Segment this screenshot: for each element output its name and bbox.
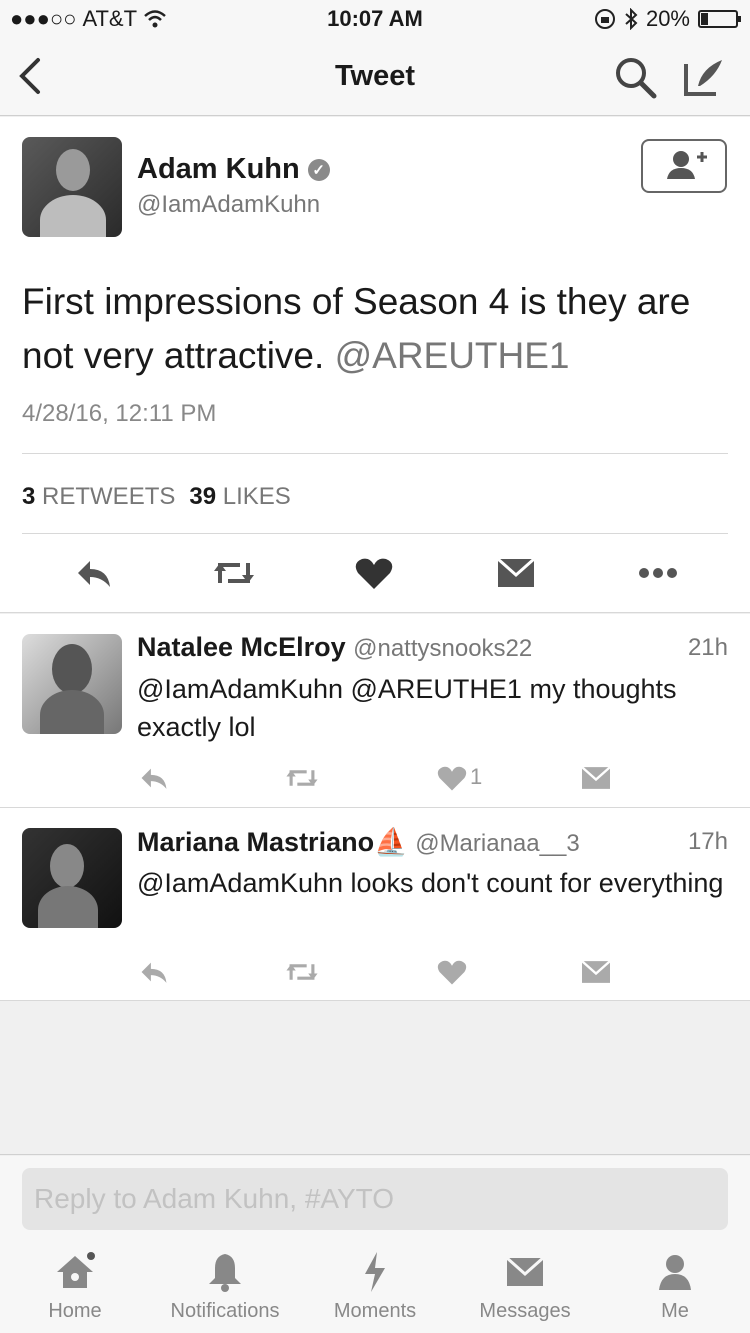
retweet-icon[interactable] bbox=[286, 958, 318, 986]
battery-percent: 20% bbox=[645, 6, 690, 31]
envelope-icon bbox=[506, 1256, 544, 1286]
divider bbox=[22, 453, 728, 454]
retweet-icon[interactable] bbox=[286, 764, 318, 792]
tab-notifications[interactable]: Notifications bbox=[150, 1250, 300, 1323]
add-user-icon bbox=[667, 151, 707, 179]
tab-label: Moments bbox=[333, 1300, 417, 1322]
avatar-head-shape bbox=[50, 844, 84, 888]
likes-label: LIKES bbox=[222, 483, 291, 510]
nav-bar: Tweet bbox=[0, 40, 750, 116]
tab-messages[interactable]: Messages bbox=[450, 1250, 600, 1323]
retweets-count: 3 bbox=[22, 483, 36, 510]
tab-label: Me bbox=[661, 1300, 689, 1322]
author-handle[interactable]: @IamAdamKuhn bbox=[137, 191, 320, 219]
main-tweet: Adam Kuhn ✓ @IamAdamKuhn First impressio… bbox=[0, 117, 750, 613]
tweet-mention[interactable]: @AREUTHE1 bbox=[335, 335, 570, 376]
reply-icon[interactable] bbox=[74, 555, 114, 591]
more-options-icon[interactable] bbox=[638, 555, 678, 591]
avatar-body-shape bbox=[40, 195, 106, 237]
search-icon[interactable] bbox=[612, 54, 660, 102]
reply-timestamp: 21h bbox=[687, 634, 728, 661]
likes-count: 39 bbox=[189, 483, 217, 510]
tweet-text: First impressions of Season 4 is they ar… bbox=[22, 275, 722, 383]
tweet-date: 4/28/16, 12:11 PM bbox=[22, 400, 217, 427]
direct-message-icon[interactable] bbox=[580, 764, 612, 792]
like-heart-icon[interactable] bbox=[354, 555, 394, 591]
battery-fill bbox=[701, 13, 708, 25]
author-name: Adam Kuhn bbox=[137, 153, 300, 185]
reply-icon[interactable] bbox=[138, 764, 170, 792]
avatar-body-shape bbox=[38, 886, 98, 928]
reply-icon[interactable] bbox=[138, 958, 170, 986]
tab-label: Messages bbox=[479, 1300, 571, 1322]
retweets-label: RETWEETS bbox=[42, 483, 176, 510]
reply-timestamp: 17h bbox=[687, 828, 728, 855]
author-avatar[interactable] bbox=[22, 137, 122, 237]
tab-me[interactable]: Me bbox=[600, 1250, 750, 1323]
reply-text: @IamAdamKuhn looks don't count for every… bbox=[137, 868, 724, 898]
person-icon bbox=[659, 1255, 691, 1290]
avatar-body-shape bbox=[40, 690, 104, 734]
tab-label: Notifications bbox=[170, 1300, 280, 1322]
like-heart-icon[interactable] bbox=[436, 958, 468, 986]
orientation-lock-icon bbox=[594, 9, 615, 29]
battery-icon bbox=[698, 10, 741, 28]
bell-icon bbox=[209, 1254, 241, 1292]
reply-text: @IamAdamKuhn @AREUTHE1 my thoughts exact… bbox=[137, 674, 677, 742]
avatar-head-shape bbox=[52, 644, 92, 694]
author-name-row[interactable]: Adam Kuhn ✓ bbox=[137, 153, 330, 186]
tab-label: Home bbox=[48, 1300, 102, 1322]
reply-author-row[interactable]: Natalee McElroy @nattysnooks22 bbox=[137, 632, 532, 663]
reply-bar bbox=[0, 1156, 750, 1242]
bluetooth-icon bbox=[625, 8, 638, 30]
reply-input[interactable] bbox=[22, 1168, 728, 1230]
reply-author-name: Natalee McElroy bbox=[137, 632, 346, 662]
reply-avatar[interactable] bbox=[22, 828, 122, 928]
empty-area bbox=[0, 1001, 750, 1155]
avatar-head-shape bbox=[56, 149, 90, 191]
verified-badge-icon: ✓ bbox=[307, 158, 330, 181]
divider bbox=[22, 533, 728, 534]
tab-home[interactable]: Home bbox=[0, 1250, 150, 1323]
reply-author-handle: @Marianaa__3 bbox=[415, 830, 580, 857]
reply-author-row[interactable]: Mariana Mastriano⛵ @Marianaa__3 bbox=[137, 826, 580, 858]
direct-message-icon[interactable] bbox=[580, 958, 612, 986]
retweets-stat[interactable]: 3 RETWEETS bbox=[22, 483, 175, 511]
tweet-stats: 3 RETWEETS 39 LIKES bbox=[22, 483, 291, 511]
reply-author-name: Mariana Mastriano⛵ bbox=[137, 827, 408, 857]
lightning-icon bbox=[365, 1252, 385, 1292]
retweet-icon[interactable] bbox=[214, 555, 254, 591]
reply-avatar[interactable] bbox=[22, 634, 122, 734]
reply-author-handle: @nattysnooks22 bbox=[353, 635, 533, 662]
reply-item[interactable]: Mariana Mastriano⛵ @Marianaa__3 17h @Iam… bbox=[0, 808, 750, 1001]
status-bar: ●●●○○ AT&T 10:07 AM 20% bbox=[0, 0, 750, 40]
reply-like-count: 1 bbox=[470, 764, 483, 789]
compose-tweet-icon[interactable] bbox=[680, 54, 728, 102]
follow-button[interactable] bbox=[641, 139, 727, 193]
reply-item[interactable]: Natalee McElroy @nattysnooks22 21h @IamA… bbox=[0, 614, 750, 808]
tab-bar: Home Notifications Moments Messages Me bbox=[0, 1242, 750, 1333]
likes-stat[interactable]: 39 LIKES bbox=[189, 483, 290, 511]
home-icon bbox=[57, 1252, 95, 1288]
direct-message-icon[interactable] bbox=[496, 555, 536, 591]
tab-moments[interactable]: Moments bbox=[300, 1250, 450, 1323]
like-heart-icon[interactable] bbox=[436, 764, 468, 792]
status-right: 20% bbox=[594, 6, 741, 32]
